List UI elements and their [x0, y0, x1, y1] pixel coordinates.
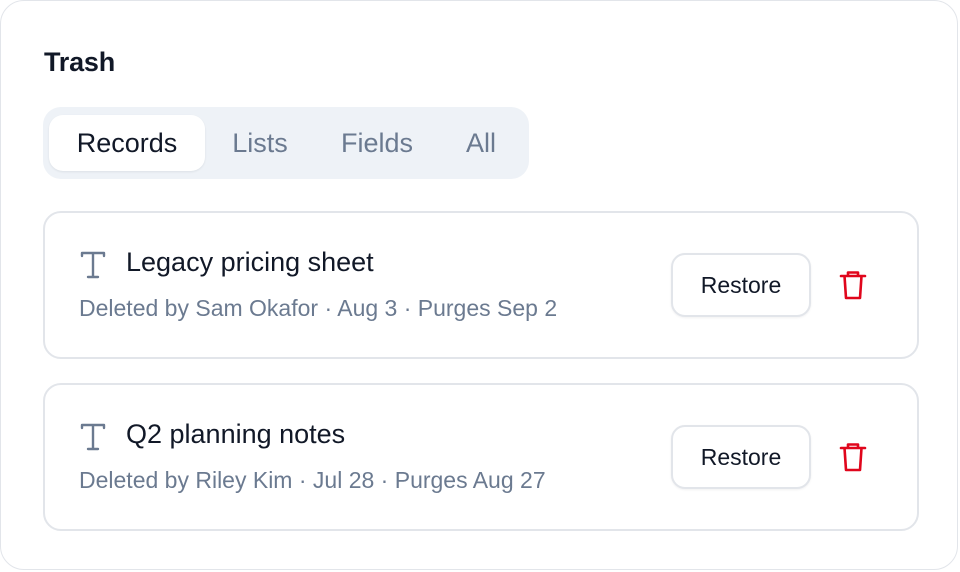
- text-type-icon: [80, 251, 106, 279]
- tab-fields[interactable]: Fields: [325, 115, 429, 171]
- trash-panel: Trash Records Lists Fields All Legacy pr…: [0, 0, 958, 570]
- tab-records[interactable]: Records: [49, 115, 205, 171]
- tab-bar: Records Lists Fields All: [43, 107, 529, 179]
- item-meta: Deleted by Sam Okafor · Aug 3 · Purges S…: [79, 295, 558, 321]
- trash-icon: [839, 271, 867, 300]
- delete-button[interactable]: [835, 267, 871, 303]
- restore-button[interactable]: Restore: [671, 253, 811, 317]
- delete-button[interactable]: [835, 439, 871, 475]
- trash-item: Legacy pricing sheet Deleted by Sam Okaf…: [43, 211, 919, 359]
- trash-item: Q2 planning notes Deleted by Riley Kim ·…: [43, 383, 919, 531]
- item-title: Q2 planning notes: [126, 419, 346, 449]
- panel-title: Trash: [44, 47, 116, 77]
- restore-button[interactable]: Restore: [671, 425, 811, 489]
- trash-icon: [839, 443, 867, 472]
- item-meta: Deleted by Riley Kim · Jul 28 · Purges A…: [79, 467, 546, 493]
- tab-lists[interactable]: Lists: [215, 115, 305, 171]
- tab-all[interactable]: All: [449, 115, 513, 171]
- text-type-icon: [80, 423, 106, 451]
- item-title: Legacy pricing sheet: [126, 247, 374, 277]
